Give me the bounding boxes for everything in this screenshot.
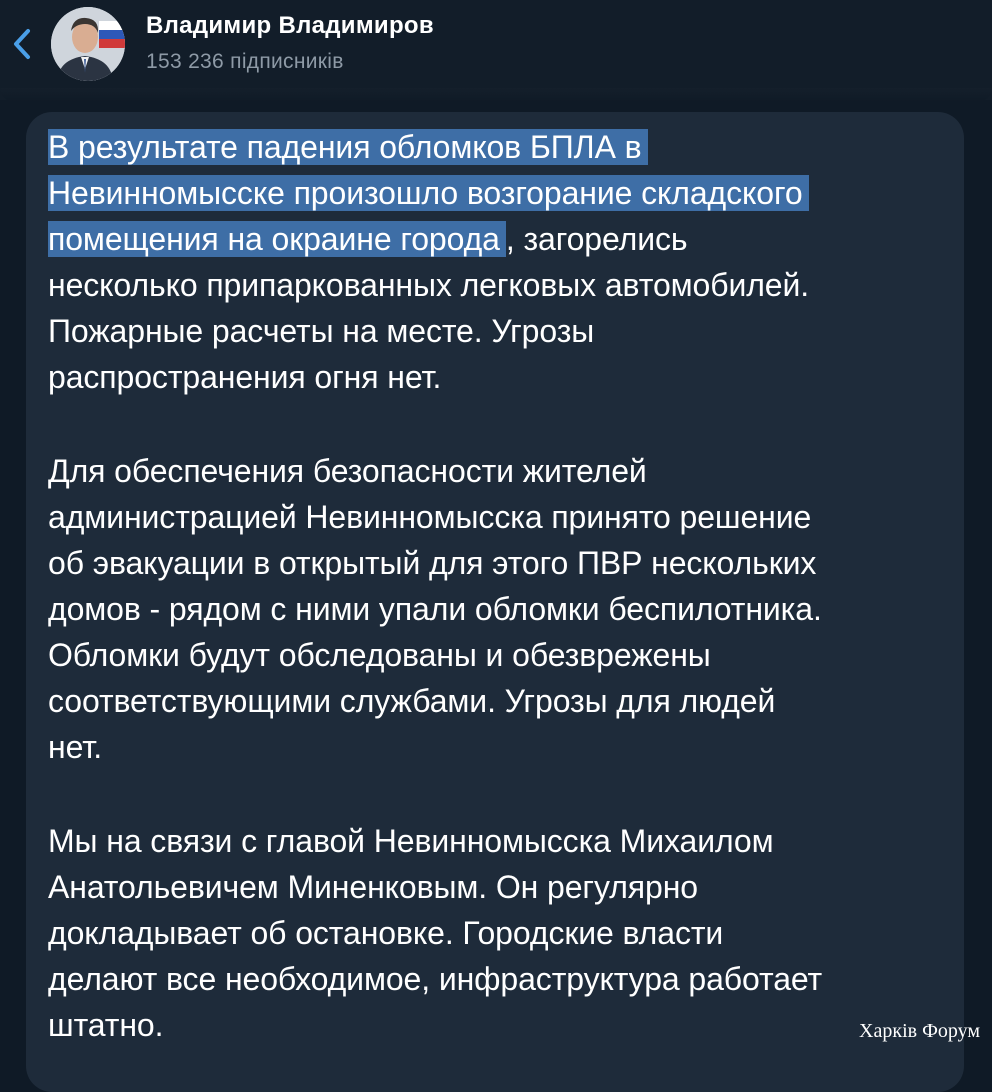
message-paragraph-1: В результате падения обломков БПЛА в Нев… [48, 124, 809, 400]
text-selection[interactable]: Невинномысске произошло возгорание склад… [48, 175, 809, 211]
message-line: Мы на связи с главой Невинномысска Михаи… [48, 823, 774, 859]
message-line: помещения на окраине города, загорелись [48, 216, 809, 262]
message-line: Пожарные расчеты на месте. Угрозы [48, 313, 595, 349]
channel-avatar[interactable] [51, 7, 125, 81]
message-line: несколько припаркованных легковых автомо… [48, 267, 810, 303]
message-line: Обломки будут обследованы и обезврежены [48, 637, 711, 673]
chat-header: Владимир Владимиров 153 236 підписників [0, 0, 992, 100]
header-divider [0, 88, 992, 102]
message-line: Для обеспечения безопасности жителей [48, 453, 647, 489]
message-line: докладывает об остановке. Городские влас… [48, 915, 724, 951]
message-line: В результате падения обломков БПЛА в [48, 124, 809, 170]
message-line: Невинномысске произошло возгорание склад… [48, 170, 809, 216]
message-paragraph-3: Мы на связи с главой Невинномысска Михаи… [48, 818, 822, 1048]
message-line: нет. [48, 729, 103, 765]
message-line: об эвакуации в открытый для этого ПВР не… [48, 545, 817, 581]
channel-name[interactable]: Владимир Владимиров [146, 12, 434, 40]
message-paragraph-2: Для обеспечения безопасности жителей адм… [48, 448, 822, 770]
message-line: соответствующими службами. Угрозы для лю… [48, 683, 776, 719]
watermark: Харків Форум [859, 1020, 980, 1042]
message-line: администрацией Невинномысска принято реш… [48, 499, 812, 535]
text-selection[interactable]: В результате падения обломков БПЛА в [48, 129, 648, 165]
chevron-left-icon [14, 29, 30, 59]
message-line: штатно. [48, 1007, 164, 1043]
message-line: Анатольевичем Миненковым. Он регулярно [48, 869, 698, 905]
back-button[interactable] [6, 24, 38, 64]
message-line: домов - рядом с ними упали обломки беспи… [48, 591, 822, 627]
message-line: распространения огня нет. [48, 359, 442, 395]
message-text: , загорелись [505, 221, 688, 257]
text-selection[interactable]: помещения на окраине города [48, 221, 506, 257]
subscriber-count: 153 236 підписників [146, 50, 344, 73]
message-line: делают все необходимое, инфраструктура р… [48, 961, 823, 997]
avatar-photo [51, 7, 125, 81]
